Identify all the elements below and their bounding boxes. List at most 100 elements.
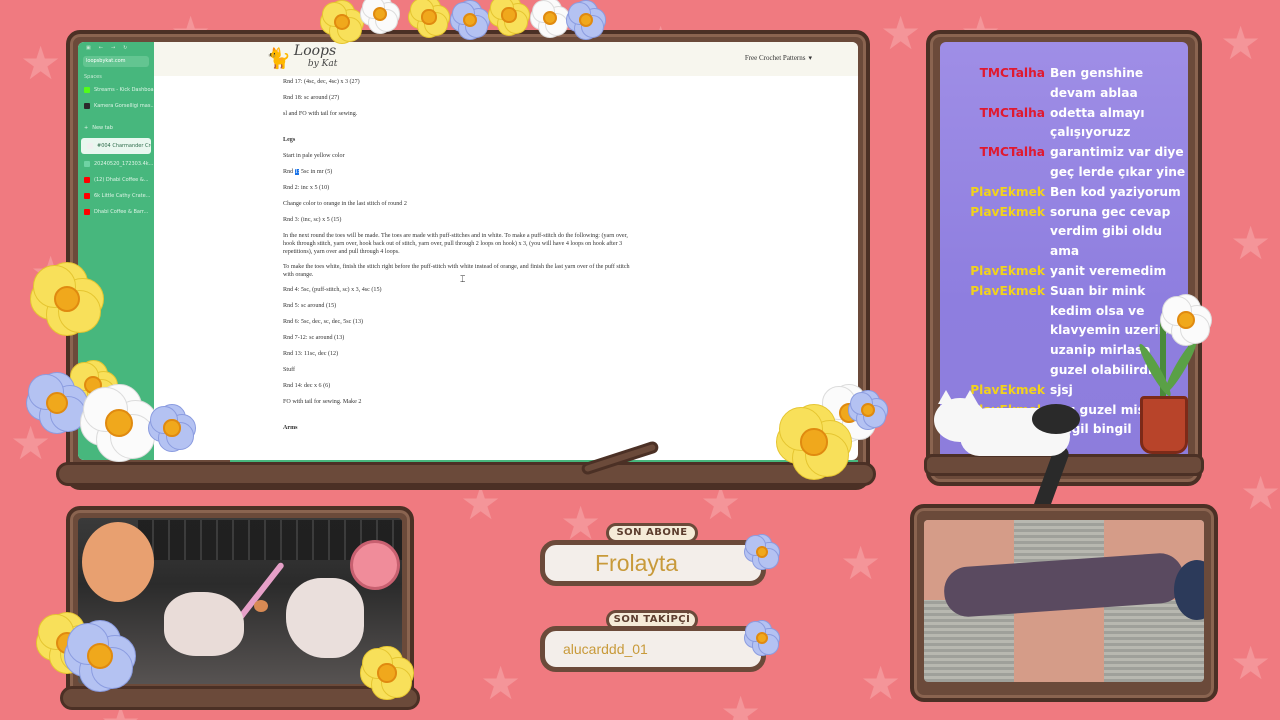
video-icon: [84, 161, 90, 167]
cat-ear: [938, 390, 954, 404]
yarn-ball-orange: [82, 522, 154, 602]
pattern-line: Rnd 4: 5sc, (puff-stitch, sc) x 3, 4sc (…: [283, 287, 382, 293]
pattern-line: Rnd 18: sc around (27): [283, 95, 340, 101]
sidebar-tab[interactable]: Dhabi Coffee & Barr...: [78, 204, 154, 220]
right-hand: [286, 578, 364, 658]
daffodil-icon: [776, 404, 852, 480]
star-icon: ★: [880, 6, 922, 60]
logo-sub: by Kat: [307, 59, 338, 69]
sidebar-tab[interactable]: Kamera Gorselligi mas...: [78, 98, 154, 114]
new-tab-label: New tab: [92, 125, 113, 131]
yarn-ball-pink: [350, 540, 400, 590]
chat-username: TMCTalha: [979, 105, 1045, 120]
url-bar[interactable]: loopsbykat.com: [83, 56, 149, 67]
pattern-paragraph: To make the toes white, finish the stitc…: [283, 264, 630, 278]
pattern-line: Rnd 3: (inc, sc) x 5 (15): [283, 217, 342, 223]
pattern-line: Rnd 13: 11sc, dec (12): [283, 351, 339, 357]
pattern-line: Rnd 6: 5sc, dec, sc, dec, 5sc (13): [283, 319, 364, 325]
chat-username: TMCTalha: [979, 145, 1045, 160]
chat-username: TMCTalha: [979, 66, 1045, 80]
pattern-line: sl and FO with tail for sewing.: [283, 111, 358, 117]
reload-icon[interactable]: ↻: [123, 45, 127, 51]
sidebar-tab[interactable]: 6k Little Cathy Crate...: [78, 188, 154, 204]
chat-message: TMCTalha odetta almayı çalışıyoruzz: [940, 104, 1196, 144]
sidebar-tab[interactable]: Streams - Kick Dashboard: [78, 82, 154, 98]
new-tab-button[interactable]: + New tab: [78, 120, 154, 136]
pattern-text: 5sc in mr (5): [299, 169, 333, 175]
sidebar-tab[interactable]: 20240520_172303.4k...: [78, 156, 154, 172]
flower-core: [104, 408, 134, 438]
star-icon: ★: [1220, 16, 1262, 70]
white-daffodil-icon: [360, 0, 400, 34]
browser-branch: [56, 462, 876, 486]
sidebar-toggle-icon[interactable]: ▣: [86, 45, 91, 51]
chat-message: PlavEkmek Ben kod yaziyorum: [940, 183, 1196, 203]
chat-username: PlavEkmek: [970, 204, 1045, 219]
pattern-line: Change color to orange in the last stitc…: [283, 201, 407, 207]
left-hand: [164, 592, 244, 656]
sidebar-tab[interactable]: #004 Charmander Croch...: [81, 138, 151, 154]
sidebar-tab-label: Streams - Kick Dashboard: [94, 87, 154, 93]
plus-icon: +: [84, 125, 89, 131]
sidebar-tab-label: 6k Little Cathy Crate...: [94, 193, 151, 199]
spaces-label: Spaces: [84, 74, 102, 80]
chat-message: PlavEkmek yanit veremedim: [940, 262, 1196, 282]
chat-username: PlavEkmek: [970, 184, 1045, 199]
cat-patch: [1032, 404, 1080, 434]
flower-core: [421, 9, 437, 25]
flower-core: [163, 419, 181, 437]
flower-core: [501, 7, 517, 23]
flower-core: [334, 14, 350, 30]
sidebar-tab[interactable]: (12) Dhabi Coffee &...: [78, 172, 154, 188]
white-daffodil-icon: [80, 384, 158, 462]
daffodil-icon: [360, 646, 414, 700]
last-follow-name: alucarddd_01: [540, 626, 766, 672]
white-daffodil-icon: [1160, 294, 1212, 346]
nav-menu-free-patterns[interactable]: Free Crochet Patterns ▾: [745, 54, 812, 62]
mouse-cursor-icon: ⌶: [460, 275, 466, 285]
flower-pot-icon: [1140, 396, 1188, 454]
chat-text: yanit veremedim: [1050, 263, 1167, 278]
star-icon: ★: [1230, 636, 1272, 690]
star-icon: ★: [720, 686, 762, 720]
star-icon: ★: [860, 656, 902, 710]
chat-username: PlavEkmek: [970, 283, 1045, 298]
cat-head: [934, 398, 986, 442]
pattern-line: Rnd 5: sc around (15): [283, 303, 337, 309]
yarn-icon: [87, 143, 93, 149]
doll-frame: [910, 504, 1218, 702]
window-controls: ▣ ← → ↻: [78, 42, 154, 54]
chat-message: TMCTalha Ben genshine devam ablaa: [940, 64, 1196, 104]
browser-window: ▣ ← → ↻ loopsbykat.com Spaces Streams - …: [78, 42, 858, 460]
sidebar-tab-label: Dhabi Coffee & Barr...: [94, 209, 149, 215]
blue-flower-icon: [148, 404, 196, 452]
white-daffodil-icon: [530, 0, 570, 38]
last-sub-name: Frolayta: [540, 540, 766, 586]
pattern-line: Rnd 7-12: sc around (13): [283, 335, 345, 341]
forward-icon[interactable]: →: [111, 45, 115, 51]
sidebar-tab-label: (12) Dhabi Coffee &...: [94, 177, 149, 183]
chat-text: garantimiz var diye geç lerde çıkar yine: [1050, 145, 1186, 179]
chat-message: TMCTalha garantimiz var diye geç lerde çı…: [940, 143, 1196, 183]
pattern-line: Stuff: [283, 367, 296, 373]
nav-label: Free Crochet Patterns: [744, 54, 806, 62]
daffodil-icon: [320, 0, 364, 44]
flower-core: [800, 428, 828, 456]
cat-ear: [962, 390, 978, 404]
cat-logo-icon: 🐈: [266, 46, 291, 70]
chat-message: PlavEkmek soruna gec cevap verdim gibi ol…: [940, 203, 1196, 262]
kick-icon: [84, 87, 90, 93]
chat-text: Ben kod yaziyorum: [1050, 184, 1181, 199]
site-logo[interactable]: 🐈 Loops by Kat: [266, 44, 338, 71]
blue-flower-icon: [744, 620, 780, 656]
pattern-article: Rnd 17: (4sc, dec, 4sc) x 3 (27) Rnd 18: …: [283, 78, 633, 440]
flower-core: [87, 643, 113, 669]
blue-flower-icon: [450, 0, 490, 40]
pattern-line: Rnd 17: (4sc, dec, 4sc) x 3 (27): [283, 79, 360, 85]
site-header: 🐈 Loops by Kat Free Crochet Patterns ▾: [154, 42, 858, 76]
crochet-work: [254, 600, 268, 612]
star-icon: ★: [20, 36, 62, 90]
tab-list: #004 Charmander Croch... 20240520_172303.…: [78, 138, 154, 220]
blue-flower-icon: [566, 0, 606, 40]
back-icon[interactable]: ←: [99, 45, 103, 51]
